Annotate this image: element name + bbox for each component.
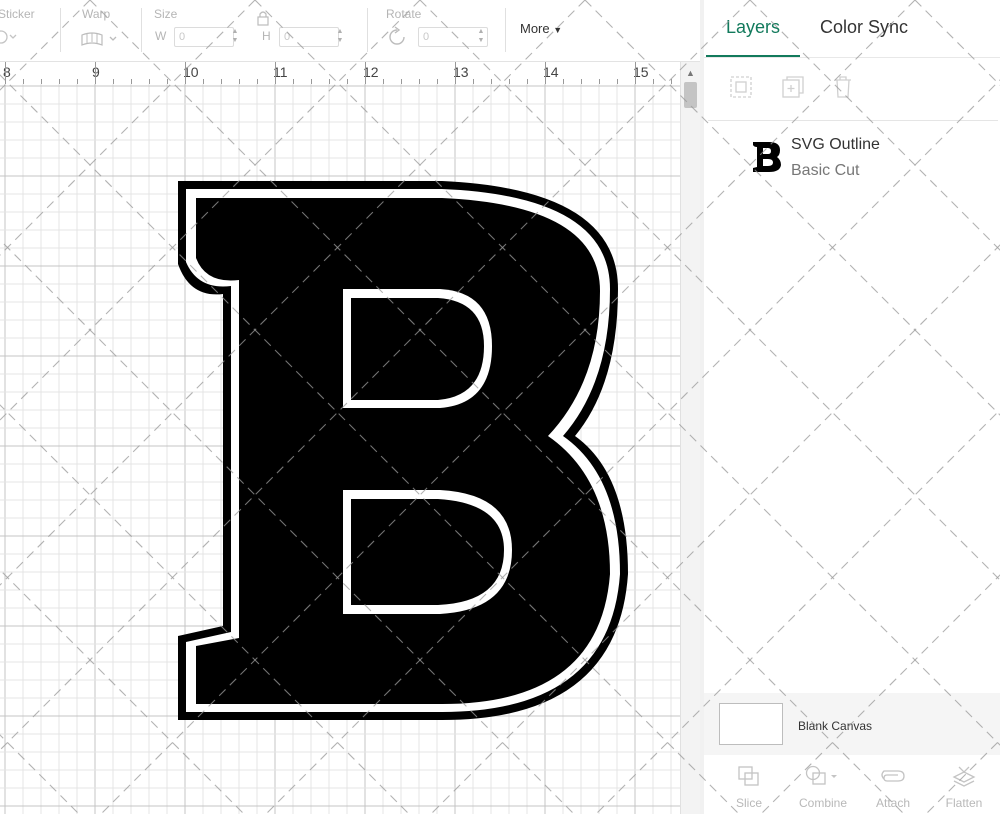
width-letter: W <box>155 29 167 43</box>
ruler-tick <box>95 62 96 84</box>
ruler-tick <box>5 62 6 84</box>
lock-icon[interactable] <box>256 10 270 26</box>
ruler-tick <box>455 62 456 84</box>
layer-operation-type: Basic Cut <box>791 162 860 179</box>
canvas-color-swatch[interactable] <box>719 703 783 745</box>
blank-canvas-row: Blank Canvas <box>704 693 1000 755</box>
slice-icon <box>738 766 759 786</box>
duplicate-icon[interactable] <box>780 74 806 100</box>
ruler-tick <box>185 62 186 84</box>
more-label: More <box>520 21 550 36</box>
sticker-group: Sticker <box>0 0 60 62</box>
design-canvas[interactable] <box>0 84 680 814</box>
top-toolbar: Sticker Warp Size W 0 ▲▼ H 0 ▲▼ Rotate <box>0 0 700 62</box>
layer-name: SVG Outline <box>791 136 880 153</box>
letter-upper-counter-inner <box>351 298 484 400</box>
letter-fill <box>196 198 610 704</box>
delete-icon[interactable] <box>830 74 856 100</box>
size-group: Size W 0 ▲ ▼ H 0 ▲ ▼ <box>142 0 362 62</box>
horizontal-ruler: 8 9 10 11 12 13 14 15 <box>0 62 680 85</box>
attach-button[interactable]: Attach <box>863 765 923 810</box>
combine-icon <box>805 765 837 785</box>
rotate-label: Rotate <box>386 7 422 21</box>
combine-button[interactable]: Combine <box>793 765 853 810</box>
flatten-button[interactable]: Flatten <box>934 765 994 810</box>
canvas-vertical-scrollbar[interactable]: ▲ <box>680 62 700 814</box>
scroll-up-icon[interactable]: ▲ <box>686 68 695 78</box>
caret-down-icon: ▼ <box>553 25 563 35</box>
rotate-stepper[interactable]: ▲ ▼ <box>475 27 487 47</box>
attach-icon <box>881 770 905 782</box>
tab-color-sync[interactable]: Color Sync <box>820 17 908 38</box>
tab-layers[interactable]: Layers <box>726 17 780 38</box>
warp-group: Warp <box>61 0 141 62</box>
flatten-icon <box>952 766 976 787</box>
ruler-tick <box>275 62 276 84</box>
size-label: Size <box>154 7 178 21</box>
warp-icon[interactable] <box>80 31 120 47</box>
sticker-toggle-icon[interactable] <box>0 30 18 44</box>
toolbar-divider <box>505 8 506 52</box>
layer-item[interactable]: SVG Outline Basic Cut <box>704 126 1000 190</box>
more-button[interactable]: More ▼ <box>520 21 562 36</box>
slice-button[interactable]: Slice <box>719 765 779 810</box>
blank-canvas-label: Blank Canvas <box>798 719 873 733</box>
height-letter: H <box>262 29 271 43</box>
ruler-tick <box>545 62 546 84</box>
layer-thumbnail <box>753 142 781 172</box>
height-input[interactable]: 0 <box>279 27 339 47</box>
width-stepper[interactable]: ▲ ▼ <box>229 27 241 47</box>
tools-divider <box>708 120 998 121</box>
flatten-label: Flatten <box>945 796 983 810</box>
layers-panel: Layers Color Sync SVG Outline Basic Cut … <box>704 0 1000 814</box>
height-stepper[interactable]: ▲ ▼ <box>334 27 346 47</box>
sticker-label: Sticker <box>0 7 35 21</box>
ruler-tick <box>635 62 636 84</box>
rotate-icon[interactable] <box>386 26 408 48</box>
tabs-divider <box>704 57 1000 58</box>
ruler-tick <box>365 62 366 84</box>
width-input[interactable]: 0 <box>174 27 234 47</box>
group-icon[interactable] <box>728 74 754 100</box>
warp-label: Warp <box>82 7 111 21</box>
slice-label: Slice <box>735 796 762 810</box>
letter-lower-counter-inner <box>351 499 504 605</box>
attach-label: Attach <box>875 796 911 810</box>
letter-b-design[interactable] <box>0 84 680 814</box>
scrollbar-thumb[interactable] <box>684 82 697 108</box>
combine-label: Combine <box>798 796 848 810</box>
rotate-group: Rotate 0 ▲ ▼ <box>368 0 498 62</box>
